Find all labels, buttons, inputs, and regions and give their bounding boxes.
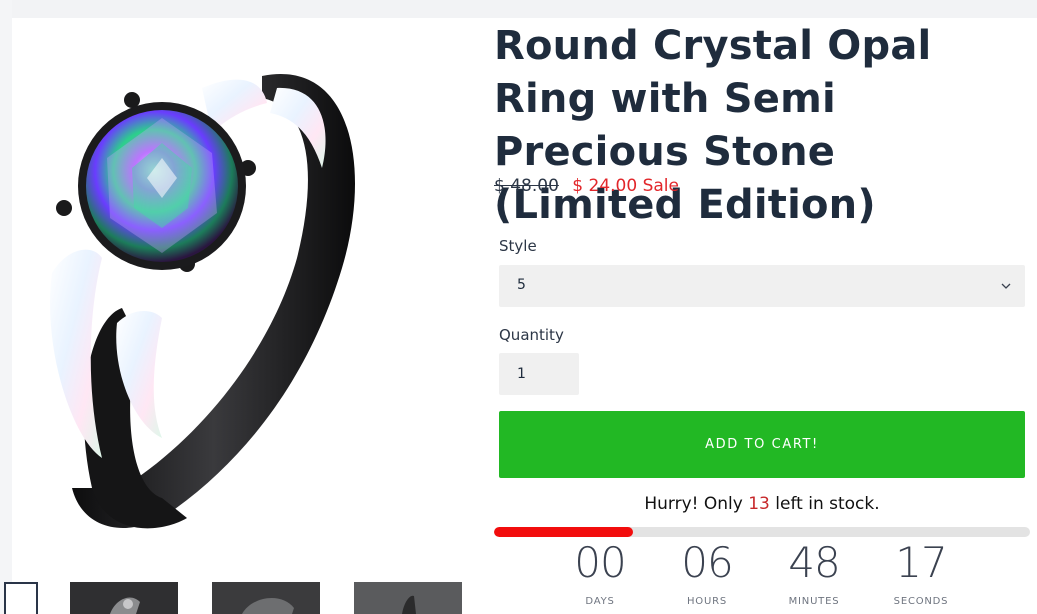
countdown-minutes: 48 MINUTES xyxy=(764,538,864,607)
sale-tag: Sale xyxy=(642,176,679,196)
product-main-image[interactable] xyxy=(12,18,482,578)
quantity-input[interactable] xyxy=(499,353,579,395)
countdown-days-value: 00 xyxy=(574,538,626,587)
countdown-minutes-label: MINUTES xyxy=(788,596,840,607)
countdown-seconds-value: 17 xyxy=(895,538,947,587)
countdown-days-label: DAYS xyxy=(585,596,615,607)
thumbnail-selected[interactable] xyxy=(4,582,38,614)
thumbnail-1[interactable] xyxy=(70,582,178,614)
add-to-cart-button[interactable]: ADD TO CART! xyxy=(499,411,1025,478)
left-gutter xyxy=(0,0,12,614)
countdown-days: 00 DAYS xyxy=(550,538,650,607)
stock-progress-bar xyxy=(494,527,1030,537)
stock-prefix: Hurry! Only xyxy=(644,494,743,514)
thumbnail-2[interactable] xyxy=(212,582,320,614)
thumbnail-ring-image xyxy=(402,595,416,614)
countdown-timer: 00 DAYS 06 HOURS 48 MINUTES 17 SECONDS xyxy=(555,538,975,614)
countdown-hours: 06 HOURS xyxy=(657,538,757,607)
thumbnail-strip xyxy=(0,582,480,614)
style-label: Style xyxy=(499,237,537,255)
ring-illustration xyxy=(50,74,356,529)
countdown-hours-label: HOURS xyxy=(686,596,727,607)
stock-count: 13 xyxy=(748,494,770,514)
thumbnail-ring-image xyxy=(242,597,294,614)
countdown-minutes-value: 48 xyxy=(788,538,840,587)
countdown-seconds-label: SECONDS xyxy=(893,596,949,607)
thumbnail-3[interactable] xyxy=(354,582,462,614)
chevron-down-icon xyxy=(1001,283,1011,289)
countdown-hours-value: 06 xyxy=(681,538,733,587)
stock-suffix: left in stock. xyxy=(775,494,880,514)
style-select[interactable]: 5 xyxy=(499,265,1025,307)
quantity-label: Quantity xyxy=(499,326,564,344)
stock-message: Hurry! Only 13 left in stock. xyxy=(494,494,1030,514)
compare-at-price: $ 48.00 xyxy=(494,176,559,196)
price-row: $ 48.00 $ 24.00 Sale xyxy=(494,176,679,196)
product-title: Round Crystal Opal Ring with Semi Precio… xyxy=(494,23,932,228)
style-select-value: 5 xyxy=(517,277,526,293)
countdown-seconds: 17 SECONDS xyxy=(871,538,971,607)
thumbnail-ring-image xyxy=(110,597,140,614)
page-top-strip xyxy=(0,0,1037,18)
sale-price: $ 24.00 xyxy=(572,176,638,196)
stock-progress-fill xyxy=(494,527,634,537)
